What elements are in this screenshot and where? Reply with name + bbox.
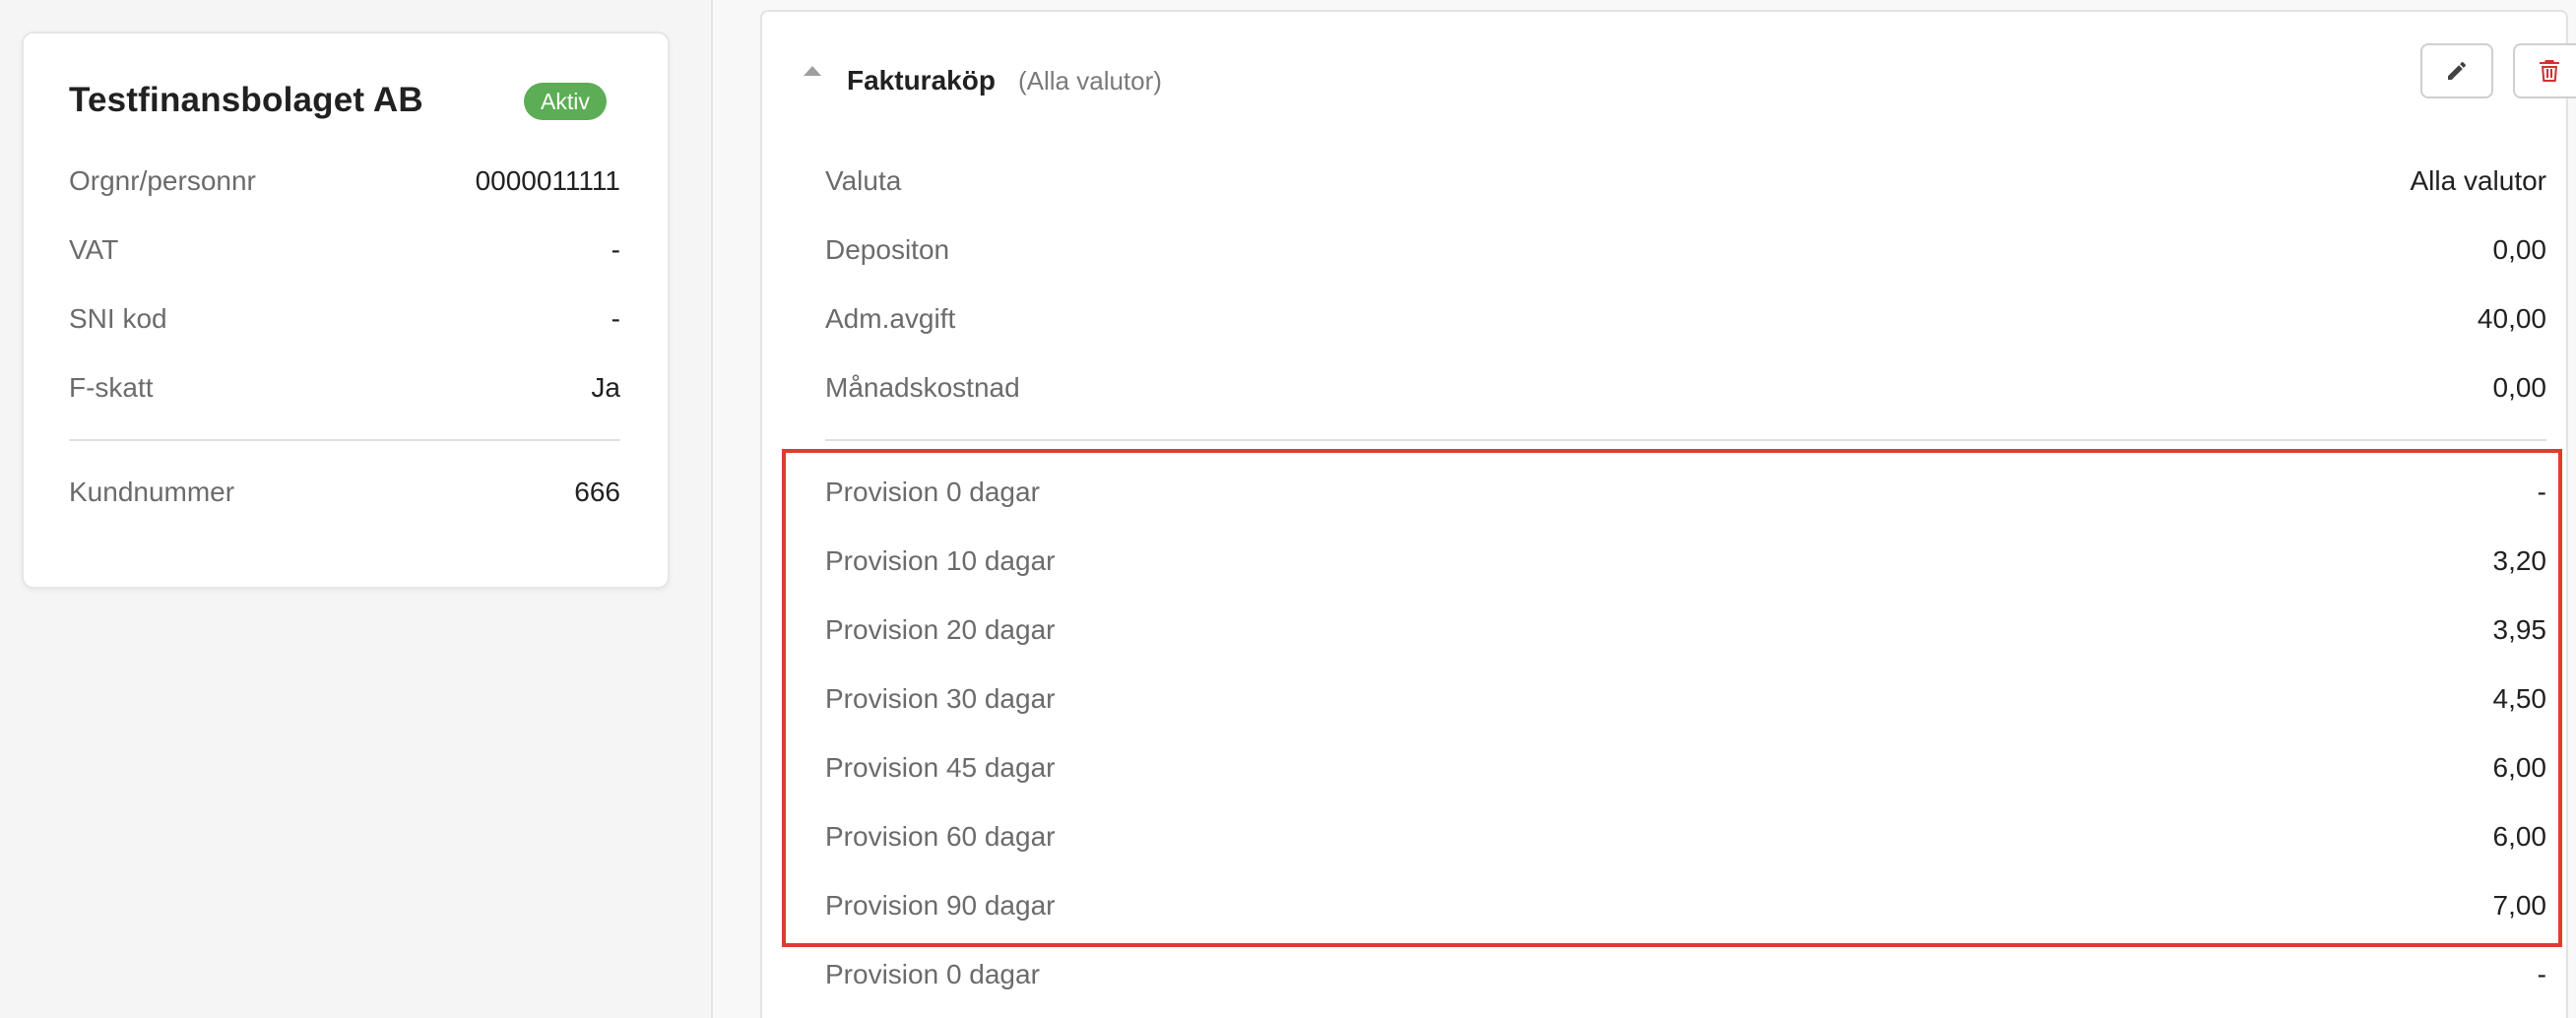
provision-value: 3,20: [2492, 545, 2547, 576]
delete-button[interactable]: [2513, 43, 2576, 98]
product-panel: Fakturaköp (Alla valutor) Valuta Alla va…: [760, 10, 2576, 1018]
info-value: Ja: [591, 372, 620, 403]
info-label: Orgnr/personnr: [69, 165, 256, 196]
provision-row: Provision 20 dagar 3,95: [825, 610, 2546, 650]
provision-row: Provision 45 dagar 6,00: [825, 748, 2546, 788]
provision-row: Provision 0 dagar -: [825, 473, 2546, 512]
detail-value: 0,00: [2492, 234, 2547, 265]
info-row-orgnr: Orgnr/personnr 0000011111: [69, 161, 620, 201]
provision-value: 4,50: [2492, 683, 2547, 714]
detail-value: 40,00: [2477, 303, 2546, 334]
provision-label: Provision 45 dagar: [825, 752, 1056, 783]
triangle-up-icon[interactable]: [804, 66, 821, 76]
panel-divider: [825, 439, 2546, 441]
provision-label: Provision 30 dagar: [825, 683, 1056, 714]
provision-value: 7,00: [2492, 890, 2547, 921]
info-row-sni: SNI kod -: [69, 299, 620, 339]
info-label: SNI kod: [69, 303, 167, 334]
detail-row-adm-avgift: Adm.avgift 40,00: [825, 299, 2546, 339]
info-label: Kundnummer: [69, 477, 235, 507]
provision-row: Provision 10 dagar 3,20: [825, 541, 2546, 581]
provision-row: Provision 0 dagar -: [825, 955, 2546, 994]
detail-value: 0,00: [2492, 372, 2547, 403]
status-badge: Aktiv: [524, 83, 607, 120]
info-row-vat: VAT -: [69, 230, 620, 270]
info-value: -: [611, 303, 620, 334]
pencil-icon: [2448, 61, 2467, 80]
info-row-kundnummer: Kundnummer 666: [69, 473, 620, 512]
right-column: Fakturaköp (Alla valutor) Valuta Alla va…: [713, 0, 2576, 1018]
product-subtitle: (Alla valutor): [1018, 66, 1162, 95]
provision-label: Provision 90 dagar: [825, 890, 1056, 921]
detail-row-depositon: Depositon 0,00: [825, 230, 2546, 270]
provision-value: 3,95: [2492, 614, 2547, 645]
trash-icon: [2540, 60, 2559, 82]
provision-value: -: [2537, 959, 2546, 989]
info-label: VAT: [69, 234, 119, 265]
company-name: Testfinansbolaget AB: [69, 81, 423, 119]
edit-button[interactable]: [2420, 43, 2493, 98]
detail-row-valuta: Valuta Alla valutor: [825, 161, 2546, 201]
provision-label: Provision 60 dagar: [825, 821, 1056, 852]
info-value: 0000011111: [475, 165, 620, 196]
info-value: 666: [574, 477, 620, 507]
detail-row-manadskostnad: Månadskostnad 0,00: [825, 368, 2546, 408]
provision-row: Provision 30 dagar 4,50: [825, 679, 2546, 719]
provision-label: Provision 20 dagar: [825, 614, 1056, 645]
card-divider: [69, 439, 620, 441]
provision-label: Provision 10 dagar: [825, 545, 1056, 576]
provision-label: Provision 0 dagar: [825, 477, 1040, 507]
provision-row: Provision 60 dagar 6,00: [825, 817, 2546, 857]
detail-label: Månadskostnad: [825, 372, 1020, 403]
provision-value: 6,00: [2492, 821, 2547, 852]
provision-row: Provision 90 dagar 7,00: [825, 886, 2546, 925]
detail-label: Valuta: [825, 165, 902, 196]
detail-label: Adm.avgift: [825, 303, 956, 334]
info-row-fskatt: F-skatt Ja: [69, 368, 620, 408]
info-value: -: [611, 234, 620, 265]
detail-value: Alla valutor: [2410, 165, 2546, 196]
product-title: Fakturaköp: [847, 65, 996, 95]
provision-label: Provision 0 dagar: [825, 959, 1040, 989]
provision-value: -: [2537, 477, 2546, 507]
info-label: F-skatt: [69, 372, 154, 403]
provision-value: 6,00: [2492, 752, 2547, 783]
detail-label: Depositon: [825, 234, 950, 265]
